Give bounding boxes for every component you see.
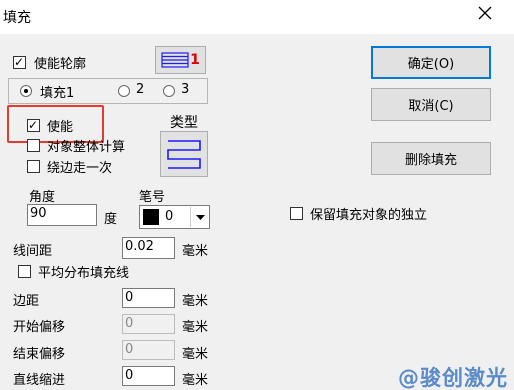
type-label: 类型 — [170, 115, 198, 131]
start-offset-label: 开始偏移 — [13, 320, 66, 335]
ok-button[interactable]: 确定(O) — [371, 46, 491, 79]
avg-distribute-checkbox[interactable] — [18, 265, 31, 278]
watermark-text: @骏创激光 — [398, 366, 508, 390]
contour-color-index: 1 — [190, 52, 200, 68]
window-title: 填充 — [3, 10, 31, 26]
fill1-label: 填充1 — [40, 86, 75, 101]
edge-once-label: 绕边走一次 — [47, 161, 113, 176]
line-indent-label: 直线缩进 — [13, 373, 66, 388]
contour-style-button[interactable]: 1 — [155, 46, 206, 74]
angle-input[interactable]: 90 — [27, 204, 97, 226]
enable-checkbox[interactable] — [27, 117, 40, 133]
line-spacing-unit: 毫米 — [182, 244, 209, 259]
pen-value: 0 — [165, 209, 174, 224]
line-indent-unit: 毫米 — [182, 373, 209, 388]
zigzag-fill-icon — [167, 140, 201, 169]
angle-unit: 度 — [104, 212, 118, 227]
line-spacing-input[interactable]: 0.02 — [122, 237, 175, 259]
pen-color-swatch — [143, 209, 159, 225]
pen-select[interactable]: 0 — [139, 205, 210, 229]
end-offset-unit: 毫米 — [182, 347, 209, 362]
chevron-down-icon[interactable] — [190, 207, 209, 227]
fill-type-button[interactable] — [160, 131, 208, 177]
whole-calc-label: 对象整体计算 — [47, 140, 126, 155]
fill2-label: 2 — [136, 82, 145, 97]
contour-enable-checkbox[interactable] — [13, 54, 26, 70]
end-offset-label: 结束偏移 — [13, 347, 66, 362]
fill2-radio[interactable] — [118, 85, 130, 97]
enable-label: 使能 — [47, 120, 74, 135]
fill-tab-group — [8, 78, 208, 104]
close-icon[interactable] — [477, 5, 493, 21]
line-spacing-label: 线间距 — [13, 244, 53, 259]
contour-enable-label: 使能轮廓 — [34, 57, 87, 72]
whole-calc-checkbox[interactable] — [27, 139, 40, 152]
avg-distribute-label: 平均分布填充线 — [38, 266, 130, 281]
margin-input[interactable]: 0 — [122, 288, 175, 308]
cancel-button[interactable]: 取消(C) — [371, 88, 491, 121]
hatch-lines-icon — [161, 52, 189, 68]
fill3-label: 3 — [181, 82, 190, 97]
edge-once-checkbox[interactable] — [27, 160, 40, 173]
fill1-radio[interactable] — [20, 85, 32, 97]
keep-independent-checkbox[interactable] — [290, 207, 303, 220]
end-offset-input: 0 — [122, 340, 175, 360]
pen-label: 笔号 — [139, 190, 166, 205]
margin-unit: 毫米 — [182, 294, 209, 309]
delete-fill-button[interactable]: 删除填充 — [371, 142, 491, 175]
keep-independent-label: 保留填充对象的独立 — [310, 208, 428, 223]
line-indent-input[interactable]: 0 — [122, 366, 175, 386]
margin-label: 边距 — [13, 294, 40, 309]
start-offset-input: 0 — [122, 314, 175, 334]
start-offset-unit: 毫米 — [182, 320, 209, 335]
title-bar — [0, 0, 514, 34]
fill3-radio[interactable] — [163, 85, 175, 97]
angle-label: 角度 — [29, 190, 56, 205]
